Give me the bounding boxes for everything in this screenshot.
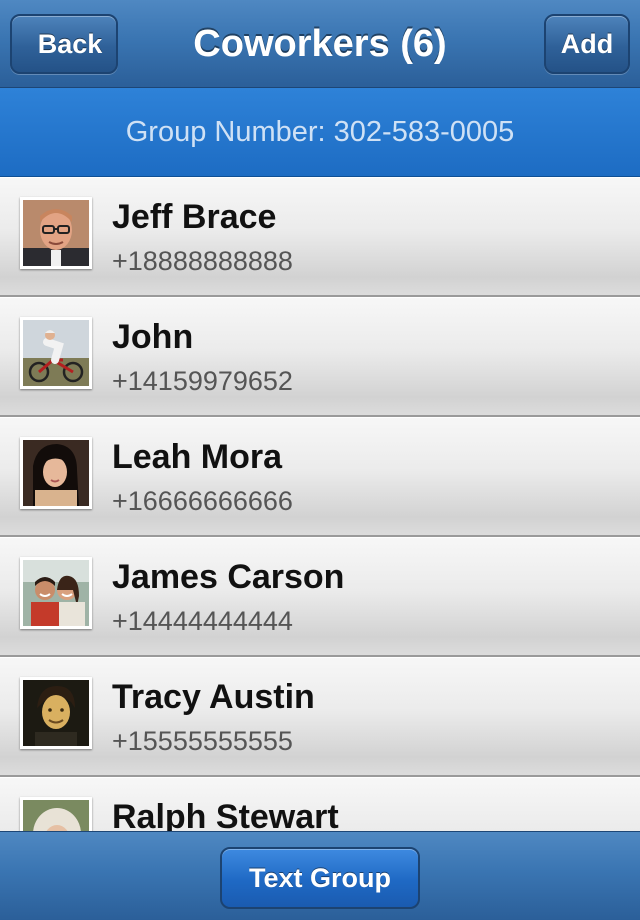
contact-row[interactable]: James Carson +14444444444 (0, 537, 640, 657)
avatar-two-people-outdoors-icon (20, 557, 92, 629)
contact-phone: +16666666666 (112, 486, 293, 516)
text-group-button-label: Text Group (248, 862, 391, 893)
avatar-light-haired-icon (20, 797, 92, 831)
contact-name: Leah Mora (112, 438, 283, 476)
contact-phone: +14159979652 (112, 366, 293, 396)
contact-name: Ralph Stewart (112, 798, 339, 831)
contact-row[interactable]: John +14159979652 (0, 297, 640, 417)
avatar-man-glasses-icon (20, 197, 92, 269)
contact-list[interactable]: Jeff Brace +18888888888 John +1415997965… (0, 177, 640, 831)
contact-name: Tracy Austin (112, 678, 315, 716)
avatar-cyclist-icon (20, 317, 92, 389)
text-group-button[interactable]: Text Group (220, 847, 420, 909)
contact-row[interactable]: Ralph Stewart (0, 777, 640, 831)
contact-row[interactable]: Tracy Austin +15555555555 (0, 657, 640, 777)
avatar-man-dark-background-icon (20, 677, 92, 749)
page-title: Coworkers (6) (193, 22, 447, 65)
avatar-woman-dark-hair-icon (20, 437, 92, 509)
back-button-label: Back (37, 28, 103, 59)
group-number-banner: Group Number: 302-583-0005 (0, 88, 640, 177)
contact-row[interactable]: Leah Mora +16666666666 (0, 417, 640, 537)
add-button-label: Add (560, 28, 614, 59)
group-number-text: Group Number: 302-583-0005 (125, 115, 515, 148)
back-button[interactable]: Back (10, 14, 118, 74)
add-button[interactable]: Add (544, 14, 630, 74)
navigation-bar: Back Coworkers (6) Add (0, 0, 640, 88)
contact-phone: +18888888888 (112, 246, 293, 276)
contact-name: Jeff Brace (112, 198, 277, 236)
bottom-toolbar: Text Group (0, 831, 640, 920)
coworkers-group-screen: Back Coworkers (6) Add Group Number: 302… (0, 0, 640, 920)
contact-row[interactable]: Jeff Brace +18888888888 (0, 177, 640, 297)
contact-phone: +15555555555 (112, 726, 293, 756)
contact-name: James Carson (112, 558, 345, 596)
contact-name: John (112, 318, 194, 356)
contact-phone: +14444444444 (112, 606, 293, 636)
